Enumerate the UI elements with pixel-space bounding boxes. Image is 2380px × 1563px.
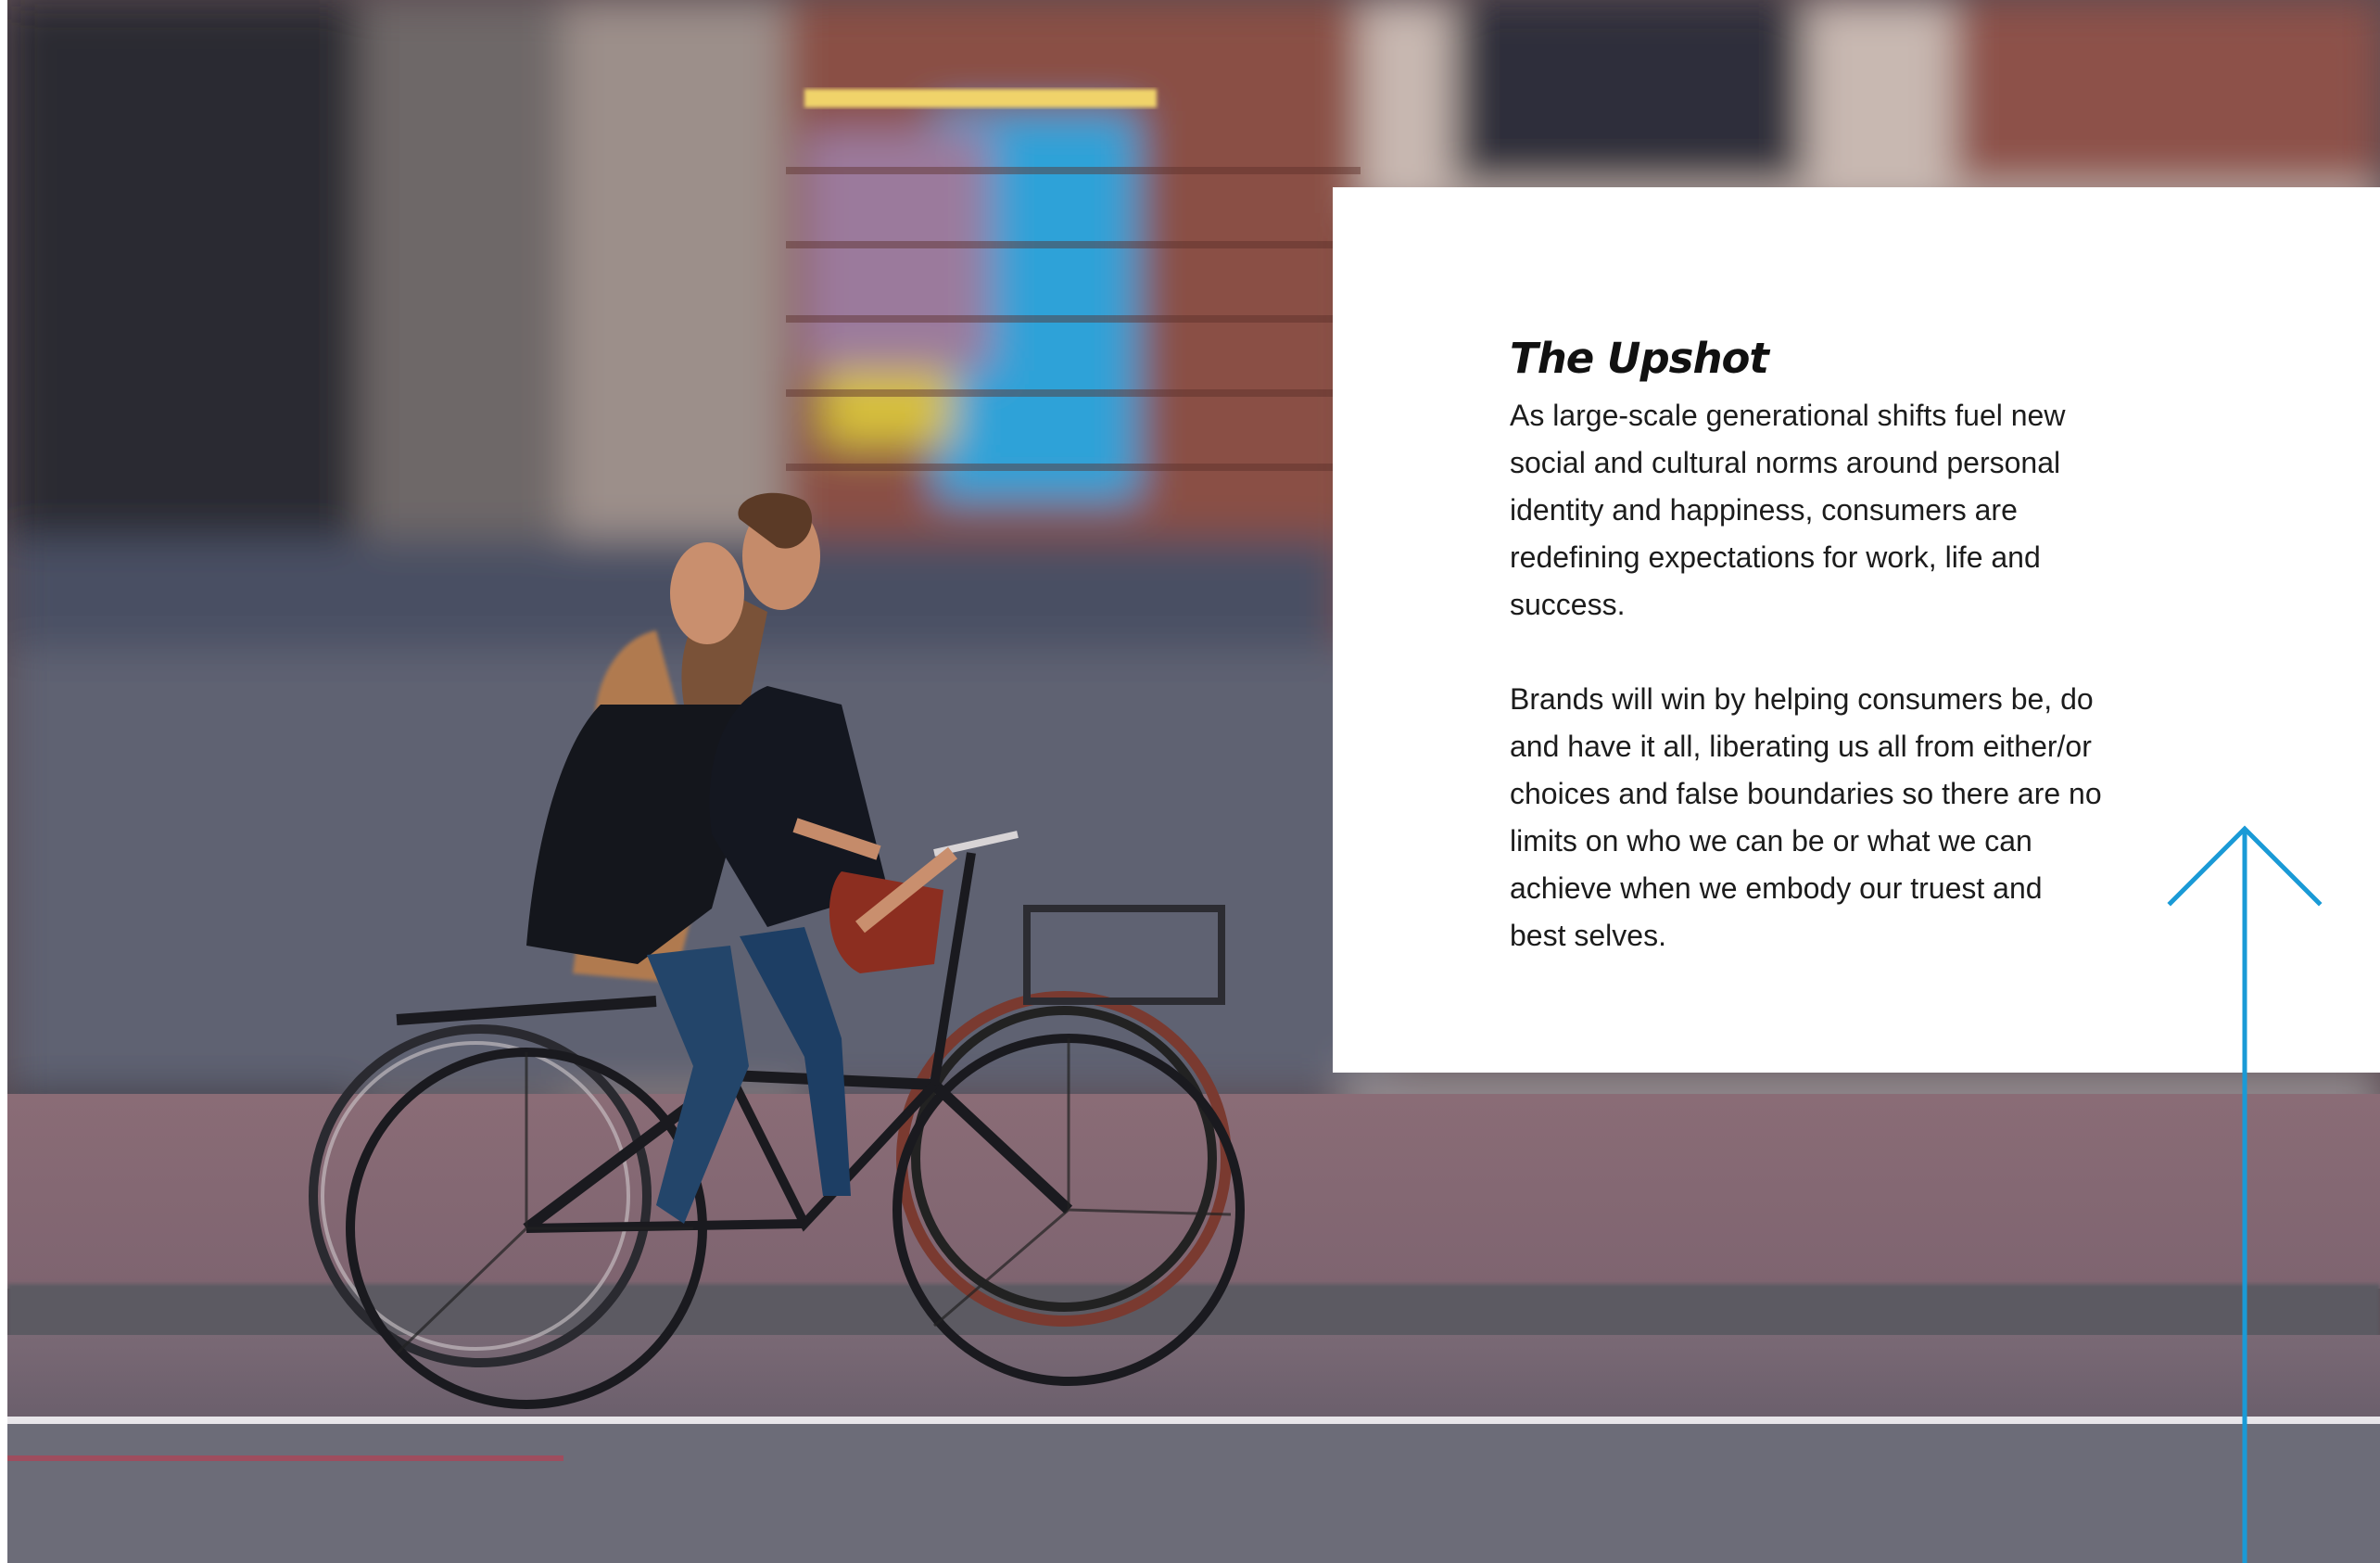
arrow-up-icon — [2167, 825, 2323, 1563]
card-title: The Upshot — [1510, 334, 1769, 383]
card-paragraph-2: Brands will win by helping consumers be,… — [1510, 682, 2102, 952]
report-page: The Upshot As large-scale generational s… — [0, 0, 2380, 1563]
card-paragraph-1: As large-scale generational shifts fuel … — [1510, 399, 2066, 621]
